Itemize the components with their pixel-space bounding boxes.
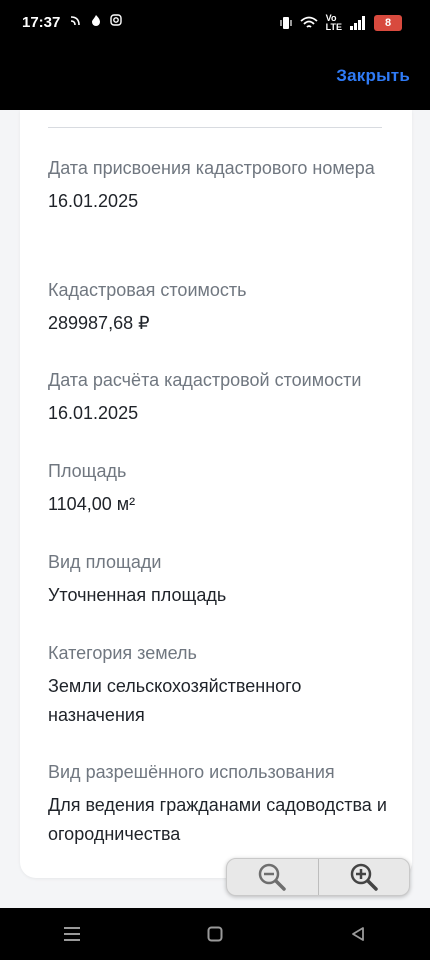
home-button[interactable] (185, 914, 245, 954)
cast-icon (70, 16, 80, 26)
system-nav-bar (0, 908, 430, 960)
zoom-out-icon (259, 863, 286, 891)
field-value: 16.01.2025 (48, 403, 139, 423)
zoom-out-button[interactable] (227, 859, 318, 895)
field-area-type: Вид площади Уточненная площадь (48, 548, 388, 610)
field-label: Дата расчёта кадастровой стоимости (48, 370, 362, 390)
field-land-category: Категория земель Земли сельскохозяйствен… (48, 639, 388, 730)
field-area: Площадь 1104,00 м² (48, 457, 388, 519)
field-label: Дата присвоения кадастрового номера (48, 158, 375, 178)
back-icon (352, 927, 365, 941)
vibrate-icon (280, 17, 292, 29)
field-value: Для ведения гражданами садоводства и ого… (48, 795, 387, 844)
field-value: Земли сельскохозяйственного назначения (48, 676, 302, 725)
field-permitted-use: Вид разрешённого использования Для веден… (48, 758, 388, 849)
field-value: 16.01.2025 (48, 191, 139, 211)
recent-apps-button[interactable] (42, 914, 102, 954)
notification-icons (70, 14, 122, 26)
field-value: Уточненная площадь (48, 585, 227, 605)
zoom-in-icon (350, 863, 378, 891)
field-valuation-date: Дата расчёта кадастровой стоимости 16.01… (48, 366, 388, 428)
fire-icon (92, 15, 100, 26)
field-cadastral-value: Кадастровая стоимость 289987,68 ₽ (48, 276, 388, 338)
field-label: Кадастровая стоимость (48, 280, 247, 300)
volte-icon: Vo LTE (325, 13, 342, 32)
field-label: Категория земель (48, 643, 197, 663)
field-label: Вид разрешённого использования (48, 762, 335, 782)
signal-icon (350, 16, 365, 30)
status-bar: 17:37 Vo LTE 8 (0, 0, 430, 50)
menu-icon (63, 927, 80, 941)
field-value: 289987,68 ₽ (48, 313, 150, 333)
divider (48, 127, 382, 128)
battery-icon: 8 (374, 15, 402, 31)
close-button[interactable]: Закрыть (336, 66, 410, 86)
zoom-in-button[interactable] (317, 859, 410, 895)
status-time: 17:37 (22, 14, 61, 31)
wifi-icon (300, 16, 318, 28)
system-icons: Vo LTE 8 (280, 14, 402, 32)
field-cadastral-number-date: Дата присвоения кадастрового номера 16.0… (48, 154, 388, 216)
modal-header: Закрыть (0, 50, 430, 110)
zoom-control (226, 858, 410, 896)
property-details-card: Дата присвоения кадастрового номера 16.0… (20, 110, 412, 878)
field-label: Вид площади (48, 552, 162, 572)
home-icon (207, 926, 223, 942)
instagram-icon (110, 14, 122, 26)
field-value: 1104,00 м² (48, 494, 136, 514)
back-button[interactable] (328, 914, 388, 954)
field-label: Площадь (48, 461, 127, 481)
